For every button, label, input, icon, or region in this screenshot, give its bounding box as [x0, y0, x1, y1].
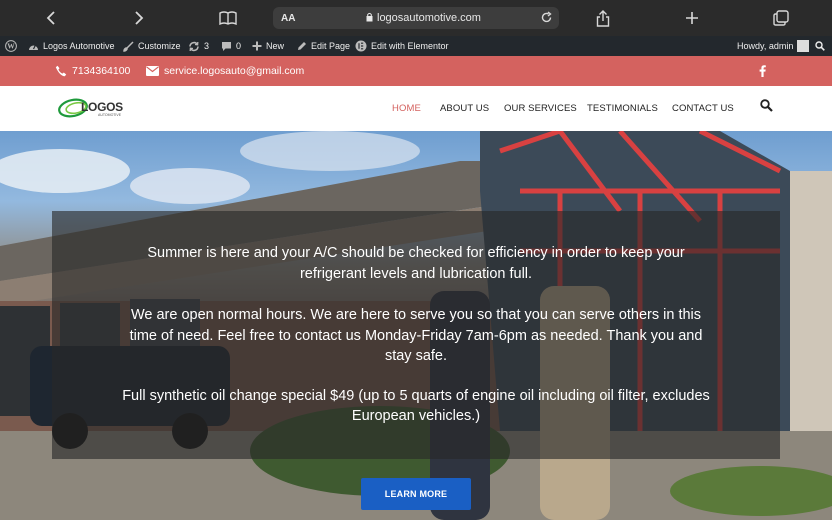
nav-home[interactable]: HOME: [392, 103, 421, 114]
logo-text: LOGOS: [81, 100, 123, 114]
user-account-menu[interactable]: Howdy, admin: [737, 36, 810, 56]
updates-link[interactable]: 3: [188, 36, 209, 56]
hero-text-line: European vehicles.): [351, 408, 481, 424]
new-label: New: [266, 41, 285, 51]
hero-text-line: time of need. Feel free to contact us Mo…: [129, 328, 703, 344]
hero-text-line: We are open normal hours. We are here to…: [130, 307, 702, 323]
wordpress-icon: W: [5, 40, 17, 52]
tabs-icon: [773, 10, 789, 26]
logo-subtext: AUTOMOTIVE: [98, 113, 122, 117]
updates-count: 3: [204, 41, 210, 51]
site-header: LOGOS AUTOMOTIVE HOME ABOUT US OUR SERVI…: [0, 86, 832, 131]
email-address: service.logosauto@gmail.com: [164, 65, 305, 77]
comment-icon: [222, 41, 231, 51]
address-bar[interactable]: AA logosautomotive.com: [273, 7, 559, 29]
chevron-left-icon: [46, 11, 55, 25]
new-content-link[interactable]: New: [252, 36, 284, 56]
book-icon: [219, 11, 237, 25]
avatar: [797, 40, 810, 52]
wp-admin-bar: W Logos Automotive Customize 3 0 New Edi…: [0, 36, 832, 56]
dashboard-icon: [29, 44, 38, 50]
hero-section: Summer is here and your A/C should be ch…: [0, 131, 832, 520]
tabs-button[interactable]: [771, 8, 791, 28]
updates-icon: [189, 41, 199, 51]
svg-text:W: W: [7, 42, 15, 51]
brush-icon: [123, 40, 134, 52]
learn-more-button[interactable]: LEARN MORE: [361, 478, 471, 510]
edit-page-link[interactable]: Edit Page: [297, 36, 350, 56]
phone-icon: [55, 65, 67, 77]
site-logo[interactable]: LOGOS AUTOMOTIVE: [58, 96, 130, 120]
comments-link[interactable]: 0: [221, 36, 241, 56]
site-search-button[interactable]: [760, 99, 773, 117]
back-button[interactable]: [41, 8, 61, 28]
nav-contact-us[interactable]: CONTACT US: [672, 103, 734, 114]
share-icon: [596, 9, 610, 27]
chevron-right-icon: [135, 11, 144, 25]
bookmarks-button[interactable]: [218, 8, 238, 28]
plus-icon: [252, 41, 262, 51]
wordpress-menu[interactable]: W: [5, 36, 17, 56]
forward-button[interactable]: [129, 8, 149, 28]
phone-number: 7134364100: [72, 65, 131, 77]
envelope-icon: [146, 66, 159, 76]
comments-count: 0: [236, 41, 242, 51]
nav-testimonials[interactable]: TESTIMONIALS: [587, 103, 658, 114]
browser-toolbar: AA logosautomotive.com: [0, 0, 832, 36]
pencil-icon: [298, 42, 306, 50]
new-tab-button[interactable]: [682, 8, 702, 28]
search-icon: [815, 41, 825, 51]
edit-page-label: Edit Page: [311, 41, 351, 51]
reload-icon[interactable]: [540, 11, 553, 24]
top-contact-bar: 7134364100 service.logosauto@gmail.com: [0, 56, 832, 86]
customize-label: Customize: [138, 41, 181, 51]
phone-link[interactable]: 7134364100: [55, 56, 130, 86]
hero-text-line: stay safe.: [384, 348, 448, 364]
elementor-icon: [355, 40, 367, 52]
hero-text-line: Summer is here and your A/C should be ch…: [147, 245, 685, 261]
edit-elementor-link[interactable]: Edit with Elementor: [355, 36, 449, 56]
hero-text-line: refrigerant levels and lubrication full.: [299, 266, 533, 282]
facebook-link[interactable]: [759, 56, 766, 86]
search-icon: [760, 99, 773, 112]
lock-icon: [366, 12, 373, 22]
edit-elementor-label: Edit with Elementor: [371, 41, 449, 51]
customize-link[interactable]: Customize: [123, 36, 181, 56]
howdy-text: Howdy, admin: [737, 41, 794, 51]
site-name: Logos Automotive: [43, 41, 115, 51]
admin-search-button[interactable]: [815, 36, 825, 56]
url-text: logosautomotive.com: [377, 12, 481, 24]
nav-about-us[interactable]: ABOUT US: [440, 103, 489, 114]
text-size-button[interactable]: AA: [281, 13, 295, 24]
share-button[interactable]: [593, 8, 613, 28]
site-name-link[interactable]: Logos Automotive: [28, 36, 115, 56]
plus-icon: [686, 12, 698, 24]
email-link[interactable]: service.logosauto@gmail.com: [146, 56, 304, 86]
facebook-icon: [759, 65, 766, 77]
nav-our-services[interactable]: OUR SERVICES: [504, 103, 577, 114]
hero-message-box: Summer is here and your A/C should be ch…: [52, 211, 780, 459]
hero-text-line: Full synthetic oil change special $49 (u…: [122, 388, 710, 404]
